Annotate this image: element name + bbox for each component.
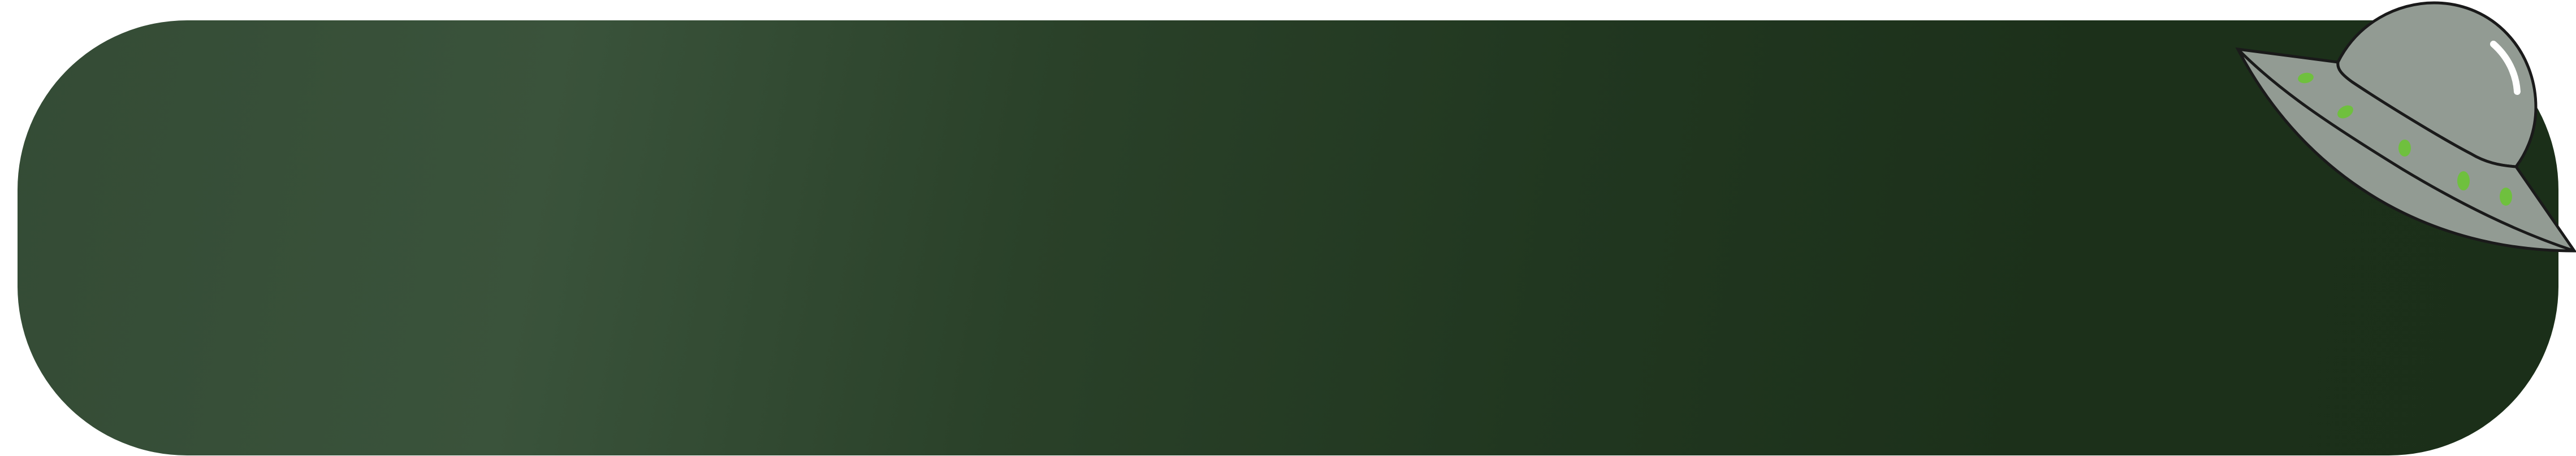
stage <box>0 0 2576 456</box>
ufo-light <box>2500 188 2512 206</box>
ufo-icon <box>2235 1 2576 253</box>
ufo-light <box>2398 140 2411 157</box>
banner-panel <box>18 20 2558 455</box>
ufo-light <box>2457 171 2470 190</box>
